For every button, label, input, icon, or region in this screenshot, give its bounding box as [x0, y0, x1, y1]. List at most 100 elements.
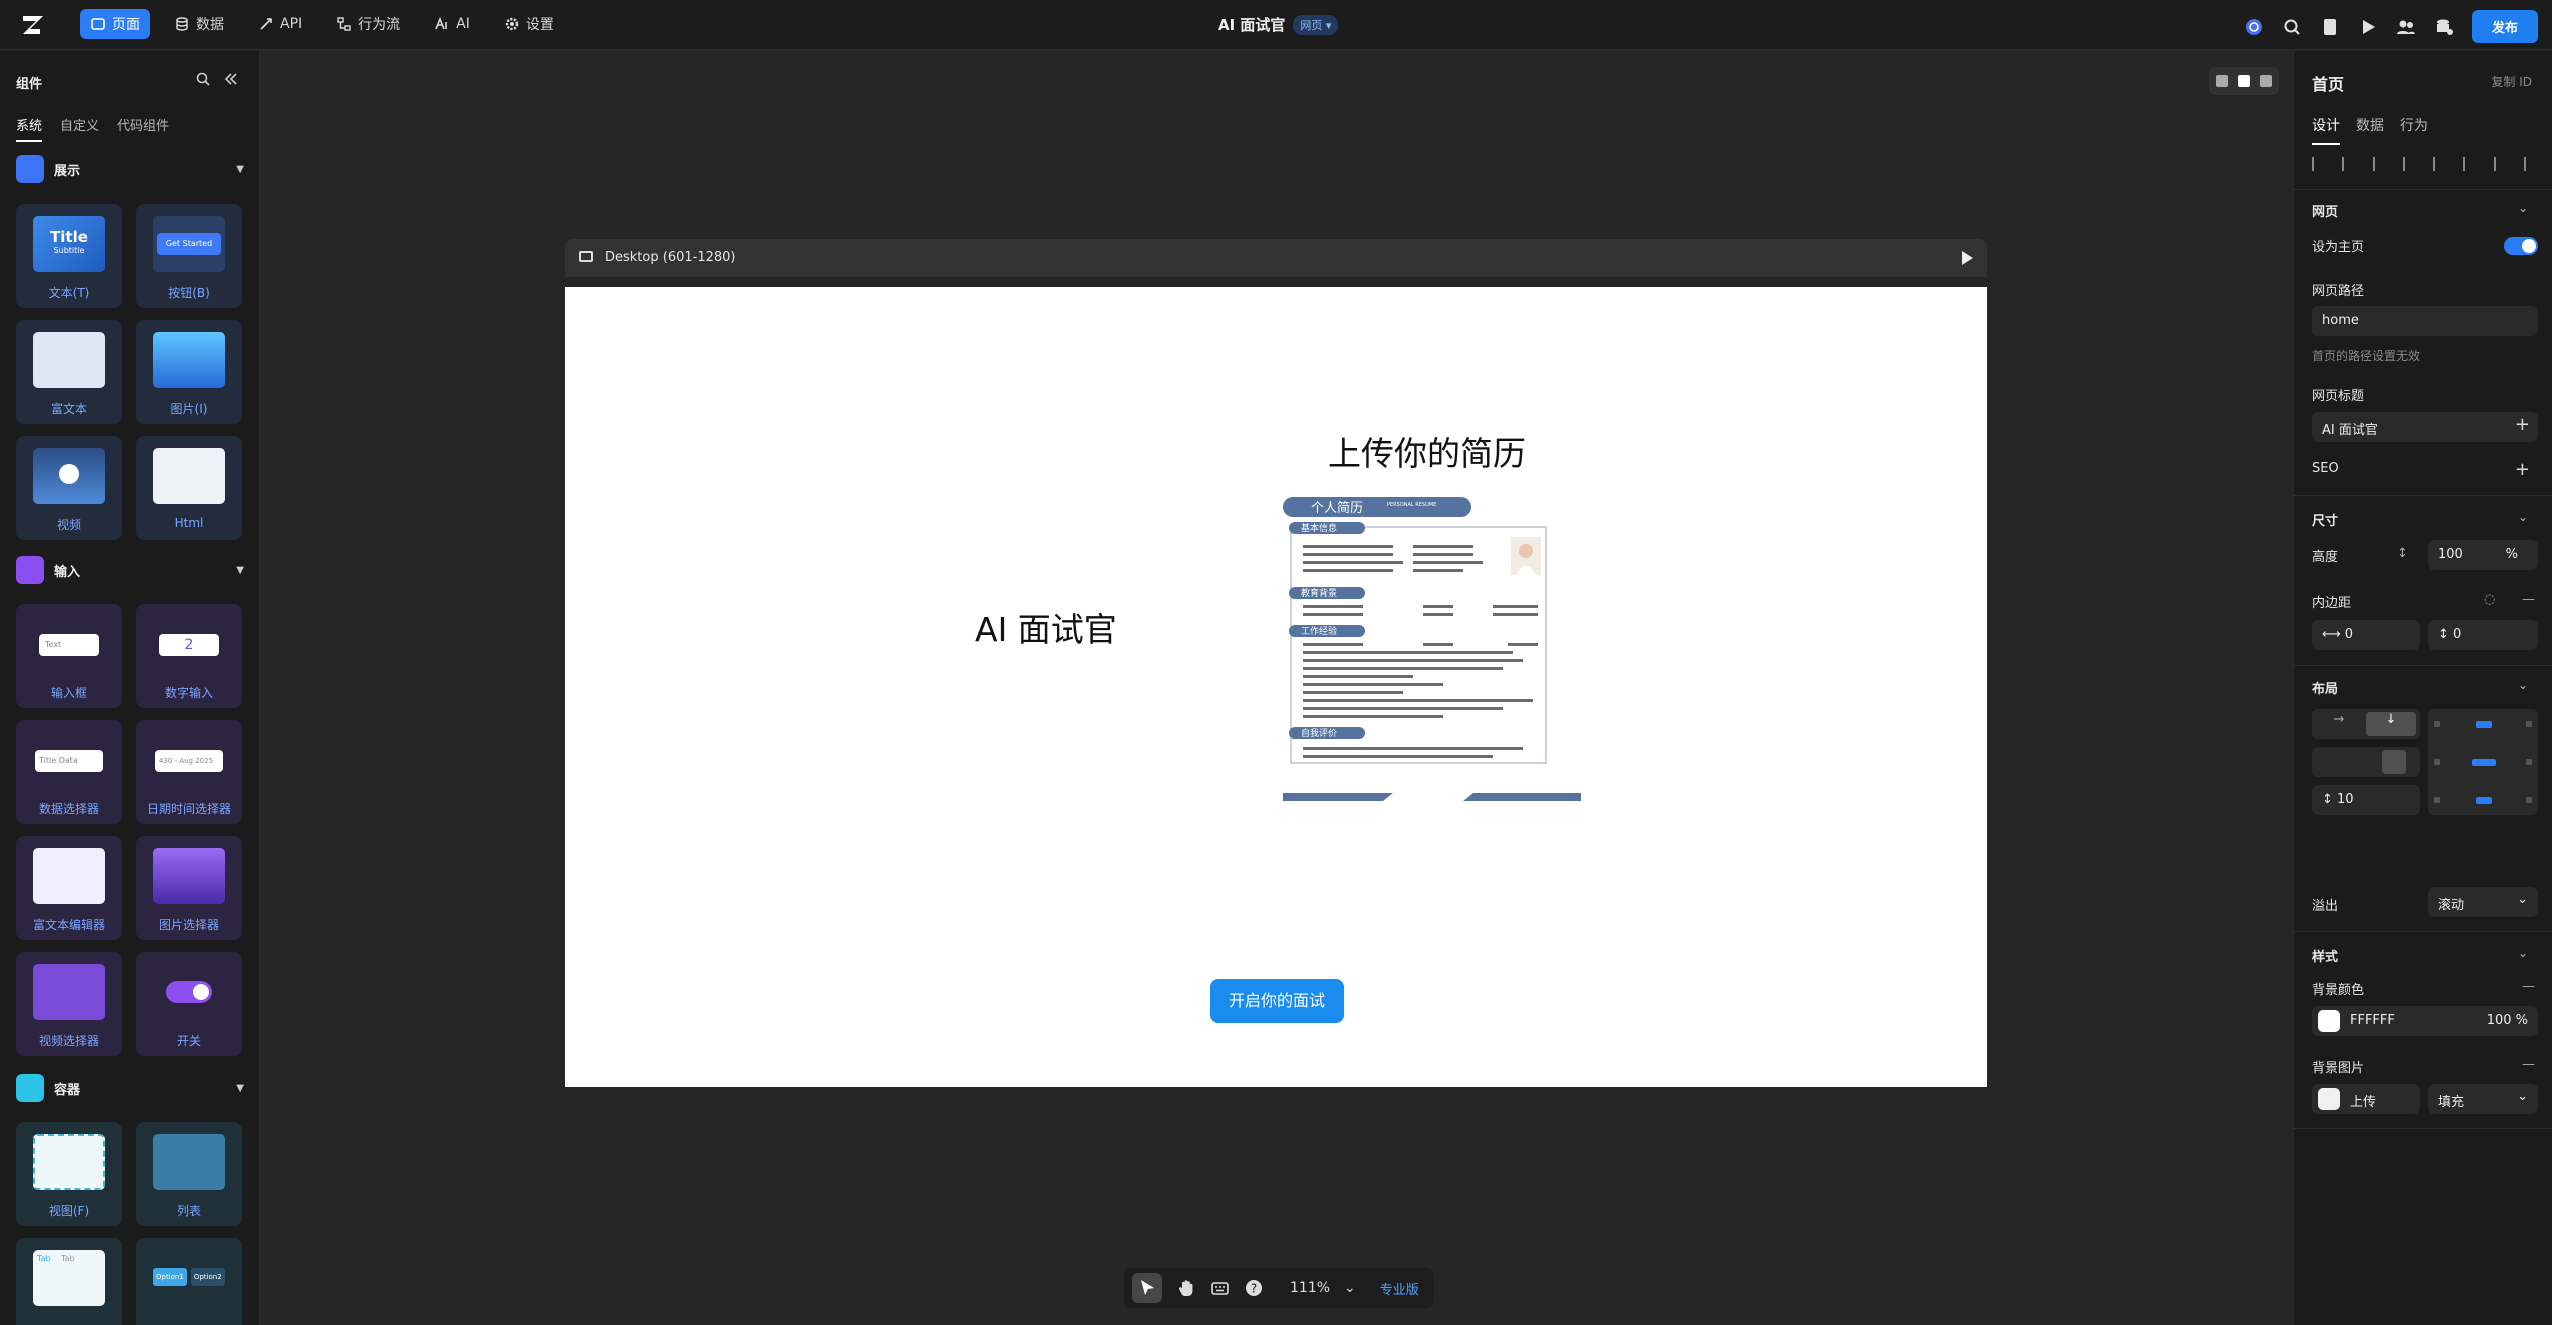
zoom-level[interactable]: 111% [1290, 1280, 1330, 1296]
nav-pages[interactable]: 页面 [80, 9, 150, 39]
preview-play-icon[interactable] [2358, 17, 2378, 37]
search-icon[interactable] [2282, 17, 2302, 37]
page-title-input[interactable]: AI 面试官 [2312, 412, 2538, 442]
database-settings-icon[interactable] [2434, 17, 2454, 37]
bg-color-swatch[interactable] [2318, 1010, 2340, 1032]
start-interview-button[interactable]: 开启你的面试 [1210, 979, 1344, 1023]
align-left-icon[interactable] [2312, 157, 2326, 171]
distribute-v-icon[interactable] [2523, 157, 2538, 171]
height-unit[interactable]: % [2506, 547, 2518, 562]
nav-api[interactable]: API [248, 9, 312, 39]
section-display-header[interactable]: 展示 ▼ [16, 155, 244, 183]
align-bottom-icon[interactable] [2463, 157, 2477, 171]
webpage-section-label[interactable]: 网页 [2312, 201, 2338, 220]
chevron-down-icon[interactable]: ⌄ [2518, 678, 2528, 692]
component-text[interactable]: Title Subtitle 文本(T) [16, 204, 122, 308]
hand-tool-icon[interactable] [1176, 1278, 1196, 1298]
grid-view-icon[interactable] [2216, 75, 2228, 87]
height-mode-icon[interactable]: ↕ [2397, 546, 2408, 561]
publish-button[interactable]: 发布 [2471, 10, 2538, 43]
component-list[interactable]: 列表 [136, 1122, 242, 1226]
resume-image[interactable]: 个人简历 PERSONAL RESUME 基本信息 教育背景 工作经验 自我评价 [1283, 497, 1581, 807]
section-input-header[interactable]: 输入 ▼ [16, 556, 244, 584]
tab-system[interactable]: 系统 [16, 115, 43, 142]
document-icon[interactable] [2320, 17, 2340, 37]
component-html[interactable]: Html [136, 436, 242, 540]
add-icon[interactable]: + [2515, 414, 2530, 435]
distribution-selected-icon[interactable] [2382, 750, 2406, 774]
nav-data[interactable]: 数据 [164, 9, 234, 39]
bg-opacity-value[interactable]: 100 % [2487, 1013, 2528, 1028]
height-input[interactable]: 100 % [2428, 540, 2538, 570]
component-button[interactable]: Get Started 按钮(B) [136, 204, 242, 308]
component-image-picker[interactable]: 图片选择器 [136, 836, 242, 940]
component-options[interactable]: Option1 Option2 [136, 1238, 242, 1325]
nav-settings[interactable]: 设置 [494, 9, 564, 39]
tab-data[interactable]: 数据 [2356, 115, 2384, 145]
align-center-h-icon[interactable] [2342, 157, 2356, 171]
component-view[interactable]: 视图(F) [16, 1122, 122, 1226]
design-canvas[interactable]: Desktop (601-1280) AI 面试官 上传你的简历 个人简历 PE… [261, 51, 2293, 1325]
tab-code-components[interactable]: 代码组件 [117, 115, 169, 142]
align-top-icon[interactable] [2402, 157, 2417, 171]
page-right-heading[interactable]: 上传你的简历 [1328, 427, 1526, 475]
app-logo-icon[interactable] [20, 12, 46, 38]
overflow-select[interactable]: 滚动 ⌄ [2428, 887, 2538, 917]
bg-fill-select[interactable]: 填充 ⌄ [2428, 1084, 2538, 1114]
add-seo-icon[interactable]: + [2515, 459, 2530, 480]
align-right-icon[interactable] [2372, 157, 2387, 171]
desktop-view-icon[interactable] [2238, 75, 2250, 87]
alignment-grid[interactable] [2428, 709, 2538, 815]
device-view-toggle[interactable] [2209, 67, 2279, 95]
chevron-down-icon[interactable]: ⌄ [2518, 510, 2528, 524]
chevron-down-icon[interactable]: ⌄ [2518, 201, 2528, 215]
padding-vertical-input[interactable]: ↕ 0 [2428, 620, 2538, 650]
copy-id-button[interactable]: 复制 ID [2491, 73, 2532, 90]
layout-section-label[interactable]: 布局 [2312, 678, 2338, 697]
component-tabs[interactable]: Tab Tab [16, 1238, 122, 1325]
bg-color-input[interactable]: FFFFFF 100 % [2312, 1006, 2538, 1036]
collaborator-avatar-icon[interactable] [2244, 17, 2264, 37]
direction-column-icon[interactable]: ↓ [2366, 712, 2416, 736]
set-home-toggle[interactable] [2504, 237, 2538, 255]
chevron-down-icon[interactable]: ⌄ [2518, 946, 2528, 960]
gap-input[interactable]: ↕ 10 [2312, 785, 2420, 815]
padding-mode-icon[interactable]: ◌ [2484, 592, 2495, 607]
distribution-segment[interactable] [2312, 747, 2420, 777]
tab-custom[interactable]: 自定义 [60, 115, 99, 142]
component-rich-text[interactable]: 富文本 [16, 320, 122, 424]
search-icon[interactable] [195, 71, 211, 87]
help-icon[interactable]: ? [1244, 1278, 1264, 1298]
zoom-dropdown-chevron-icon[interactable]: ⌄ [1344, 1280, 1356, 1296]
component-switch[interactable]: 开关 [136, 952, 242, 1056]
collapse-panel-icon[interactable] [223, 71, 239, 87]
page-path-input[interactable]: home [2312, 306, 2538, 336]
component-data-select[interactable]: Title Data 数据选择器 [16, 720, 122, 824]
minus-icon[interactable]: — [2522, 1057, 2535, 1072]
page-left-heading[interactable]: AI 面试官 [975, 603, 1117, 651]
section-container-header[interactable]: 容器 ▼ [16, 1074, 244, 1102]
component-image[interactable]: 图片(I) [136, 320, 242, 424]
component-rich-text-editor[interactable]: 富文本编辑器 [16, 836, 122, 940]
pro-label[interactable]: 专业版 [1380, 1279, 1419, 1298]
align-center-v-icon[interactable] [2433, 157, 2447, 171]
direction-segment[interactable]: → ↓ [2312, 709, 2420, 739]
nav-flow[interactable]: 行为流 [326, 9, 410, 39]
tab-design[interactable]: 设计 [2312, 115, 2340, 145]
page-preview[interactable]: AI 面试官 上传你的简历 个人简历 PERSONAL RESUME 基本信息 … [565, 287, 1987, 1087]
users-icon[interactable] [2396, 17, 2416, 37]
minus-icon[interactable]: — [2522, 592, 2535, 607]
style-section-label[interactable]: 样式 [2312, 946, 2338, 965]
page-type-dropdown[interactable]: 网页 ▾ [1293, 14, 1339, 35]
direction-row-icon[interactable]: → [2316, 712, 2362, 736]
tab-behavior[interactable]: 行为 [2400, 115, 2428, 145]
padding-horizontal-input[interactable]: ⟷ 0 [2312, 620, 2420, 650]
component-text-input[interactable]: Text 输入框 [16, 604, 122, 708]
select-tool-icon[interactable] [1132, 1273, 1162, 1303]
component-datetime-picker[interactable]: 430 - Aug 2025 日期时间选择器 [136, 720, 242, 824]
minus-icon[interactable]: — [2522, 979, 2535, 994]
play-preview-icon[interactable] [1962, 251, 1973, 265]
keyboard-icon[interactable] [1210, 1278, 1230, 1298]
component-number-input[interactable]: 2 数字输入 [136, 604, 242, 708]
nav-ai[interactable]: AI [424, 9, 480, 39]
